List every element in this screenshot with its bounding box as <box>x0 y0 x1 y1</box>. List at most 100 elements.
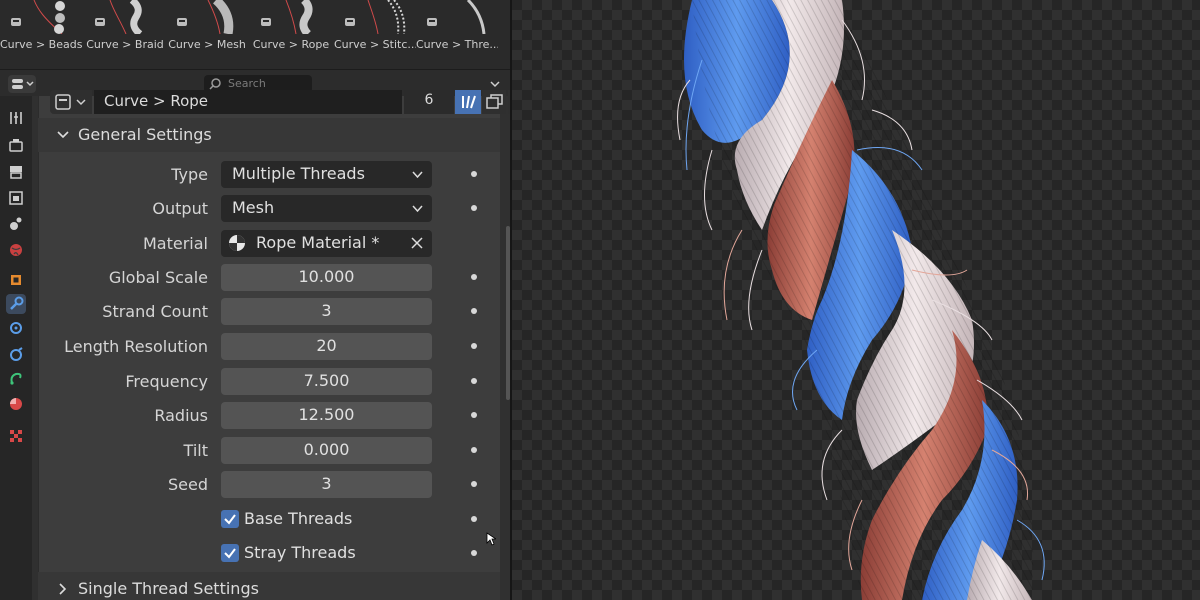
tilt-label: Tilt <box>183 441 208 460</box>
node-asset-icon <box>427 18 437 26</box>
node-tree-browse-button[interactable] <box>50 90 92 114</box>
output-icon[interactable] <box>6 162 26 182</box>
length-resolution-label: Length Resolution <box>64 337 208 356</box>
asset-label: Curve > Thre... <box>416 38 498 51</box>
frequency-field[interactable]: 7.500 <box>221 368 432 395</box>
rope-strands <box>684 0 1034 600</box>
keyframe-dot[interactable] <box>471 308 477 314</box>
node-tree-icon <box>55 94 86 110</box>
keyframe-dot[interactable] <box>471 274 477 280</box>
length-resolution-field[interactable]: 20 <box>221 333 432 360</box>
type-row: Type Multiple Threads <box>38 161 500 189</box>
close-icon[interactable] <box>410 236 424 250</box>
physics-icon[interactable] <box>6 344 26 364</box>
beads-thumbnail <box>33 0 65 34</box>
node-asset-icon <box>345 18 355 26</box>
global-scale-label: Global Scale <box>108 268 208 287</box>
search-placeholder: Search <box>228 77 266 90</box>
chevron-down-icon[interactable] <box>488 77 502 91</box>
3d-viewport[interactable] <box>512 0 1200 600</box>
node-asset-icon <box>95 18 105 26</box>
frequency-row: Frequency 7.500 <box>38 368 500 396</box>
frequency-label: Frequency <box>125 372 208 391</box>
base-threads-row: Base Threads <box>38 506 500 534</box>
properties-tabs <box>0 96 32 600</box>
user-count[interactable]: 6 <box>404 90 454 114</box>
global-scale-field[interactable]: 10.000 <box>221 264 432 291</box>
material-field[interactable]: Rope Material * <box>221 230 432 257</box>
type-dropdown[interactable]: Multiple Threads <box>221 161 432 188</box>
checkmark-icon <box>224 514 236 525</box>
asset-curve-mesh[interactable]: Curve > Mesh <box>166 0 248 70</box>
keyframe-dot[interactable] <box>471 343 477 349</box>
output-row: Output Mesh <box>38 195 500 223</box>
chevron-right-icon <box>59 583 67 595</box>
base-threads-checkbox[interactable] <box>221 510 239 528</box>
seed-field[interactable]: 3 <box>221 471 432 498</box>
base-threads-label: Base Threads <box>244 509 353 528</box>
node-group-name-field[interactable]: Curve > Rope <box>94 90 402 114</box>
render-icon[interactable] <box>6 136 26 156</box>
keyframe-dot[interactable] <box>471 550 477 556</box>
asset-curve-threads[interactable]: Curve > Thre... <box>416 0 498 70</box>
threads-thumbnail <box>466 0 486 34</box>
asset-curve-beads[interactable]: Curve > Beads <box>0 0 82 70</box>
keyframe-dot[interactable] <box>471 481 477 487</box>
mouse-cursor-icon <box>486 532 496 546</box>
asset-curve-braid[interactable]: Curve > Braid <box>84 0 166 70</box>
single-thread-settings-header[interactable]: Single Thread Settings <box>38 572 500 600</box>
duplicate-button[interactable] <box>482 90 506 114</box>
material-sphere-icon <box>229 235 245 251</box>
rope-render <box>677 0 1045 600</box>
keyframe-dot[interactable] <box>471 205 477 211</box>
stray-threads-row: Stray Threads <box>38 540 500 568</box>
constraints-icon[interactable] <box>6 368 26 388</box>
object-icon[interactable] <box>6 270 26 290</box>
radius-row: Radius 12.500 <box>38 402 500 430</box>
keyframe-dot[interactable] <box>471 378 477 384</box>
material-icon[interactable] <box>6 394 26 414</box>
strand-count-field[interactable]: 3 <box>221 298 432 325</box>
output-dropdown[interactable]: Mesh <box>221 195 432 222</box>
checkmark-icon <box>224 548 236 559</box>
modifier-wrench-icon[interactable] <box>6 294 26 314</box>
asset-label: Curve > Beads <box>0 38 82 51</box>
braid-thumbnail <box>109 0 143 34</box>
scene-icon[interactable] <box>6 214 26 234</box>
length-resolution-row: Length Resolution 20 <box>38 333 500 361</box>
material-label: Material <box>143 234 208 253</box>
particles-icon[interactable] <box>6 318 26 338</box>
keyframe-dot[interactable] <box>471 447 477 453</box>
seed-label: Seed <box>168 475 208 494</box>
editor-type-selector[interactable] <box>8 75 36 93</box>
asset-browser: Curve > Beads Curve > Braid Curve > Mesh… <box>0 0 512 70</box>
keyframe-dot[interactable] <box>471 412 477 418</box>
type-value: Multiple Threads <box>232 164 365 183</box>
node-group-selector: Curve > Rope 6 <box>50 90 536 114</box>
stray-threads-checkbox[interactable] <box>221 544 239 562</box>
asset-curve-stitches[interactable]: Curve > Stitc... <box>334 0 416 70</box>
output-label: Output <box>152 199 208 218</box>
fake-user-button[interactable] <box>455 90 481 114</box>
radius-label: Radius <box>154 406 208 425</box>
keyframe-dot[interactable] <box>471 516 477 522</box>
stray-threads-label: Stray Threads <box>244 543 356 562</box>
radius-field[interactable]: 12.500 <box>221 402 432 429</box>
tool-icon[interactable] <box>6 108 26 128</box>
properties-editor-icon <box>12 79 34 89</box>
output-value: Mesh <box>232 198 275 217</box>
asset-curve-rope[interactable]: Curve > Rope <box>250 0 332 70</box>
general-settings-header[interactable]: General Settings <box>38 118 500 152</box>
asset-label: Curve > Rope <box>252 38 330 51</box>
texture-icon[interactable] <box>6 426 26 446</box>
world-icon[interactable] <box>6 240 26 260</box>
asset-label: Curve > Stitc... <box>334 38 416 51</box>
tilt-field[interactable]: 0.000 <box>221 437 432 464</box>
stitches-thumbnail <box>367 0 406 34</box>
type-label: Type <box>171 165 208 184</box>
section-title: General Settings <box>78 125 212 144</box>
mesh-thumbnail <box>207 0 234 34</box>
view-layer-icon[interactable] <box>6 188 26 208</box>
keyframe-dot[interactable] <box>471 171 477 177</box>
global-scale-row: Global Scale 10.000 <box>38 264 500 292</box>
